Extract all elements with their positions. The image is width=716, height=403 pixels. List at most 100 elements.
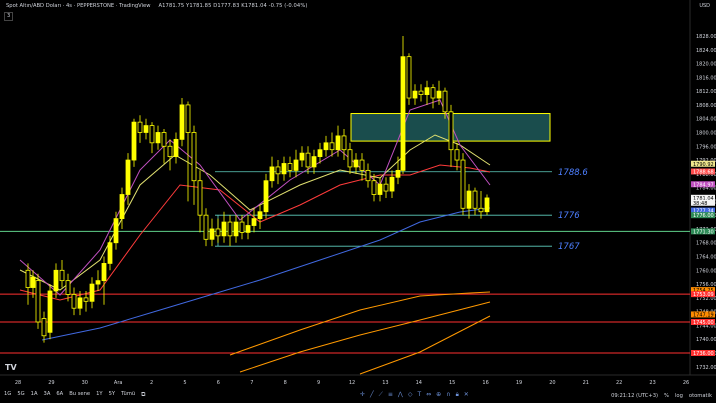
timeframe-6a[interactable]: 6A <box>56 391 63 399</box>
ma-orange-line <box>229 291 491 356</box>
symbol-title[interactable]: Spot Altın/ABD Doları · 4s · PEPPERSTONE… <box>6 3 151 9</box>
candle-body <box>149 125 155 144</box>
candle-body <box>95 280 101 285</box>
time-tick-label: 19 <box>516 380 522 386</box>
candle-body <box>215 228 221 237</box>
zoom-tool-icon[interactable]: ⊕ <box>436 391 441 399</box>
ray-tool-icon[interactable]: ⟋ <box>379 391 383 399</box>
fib-tool-icon[interactable]: ≡ <box>388 391 393 399</box>
candle-body <box>389 176 395 192</box>
candle-body <box>59 269 65 282</box>
indicator-toggle-button[interactable]: 3 <box>4 12 14 21</box>
candle-body <box>418 90 424 95</box>
percent-toggle[interactable]: % <box>664 393 669 399</box>
shape-tool-icon[interactable]: ◇ <box>408 391 413 399</box>
candle-body <box>203 214 209 240</box>
status-bar: 09:21:12 (UTC+3) % log otomatik <box>611 393 712 399</box>
ma-red-line <box>19 164 491 301</box>
currency-label: USD <box>699 3 710 9</box>
pattern-tool-icon[interactable]: ⋀ <box>398 391 403 399</box>
candle-body <box>400 56 406 171</box>
candle-body <box>311 156 317 168</box>
candle-body <box>77 297 83 309</box>
candle-body <box>269 166 275 182</box>
timeframe-1y[interactable]: 1Y <box>96 391 102 399</box>
time-tick-label: 5 <box>183 380 186 386</box>
price-badge-label: 1788.68 <box>693 169 714 175</box>
time-tick-label: 15 <box>449 380 455 386</box>
candle-body <box>395 169 401 178</box>
candle-body <box>329 142 335 151</box>
candle-body <box>161 132 167 147</box>
magnet-tool-icon[interactable]: ∩ <box>446 391 450 399</box>
time-tick-label: 16 <box>482 380 488 386</box>
timeframe-1g[interactable]: 1G <box>4 391 11 399</box>
time-tick-label: 2 <box>150 380 153 386</box>
candle-body <box>478 207 484 213</box>
candle-body <box>25 269 31 288</box>
candle-body <box>233 221 239 237</box>
price-badge-label: 1736.00 <box>693 351 714 357</box>
candle-body <box>275 166 281 175</box>
candle-body <box>30 276 36 288</box>
time-tick-label: 9 <box>317 380 320 386</box>
candle-body <box>371 180 377 195</box>
time-tick-label: 23 <box>649 380 655 386</box>
candle-body <box>424 87 430 95</box>
trash-tool-icon[interactable]: ✕ <box>464 391 469 399</box>
candle-body <box>41 318 47 337</box>
price-chart[interactable]: 1828.00 1824.00 1820.00 1816.00 1812.00 1808.… <box>0 0 716 403</box>
time-tick-label: 8 <box>284 380 287 386</box>
time-tick-label: 14 <box>416 380 422 386</box>
auto-toggle[interactable]: otomatik <box>689 393 712 399</box>
price-tick-label: 1764.00 <box>696 255 716 261</box>
candle-body <box>101 263 107 282</box>
chart-header: Spot Altın/ABD Doları · 4s · PEPPERSTONE… <box>6 3 308 9</box>
candle-body <box>173 138 179 157</box>
candle-body <box>119 194 125 220</box>
candle-body <box>377 183 383 195</box>
ma-orange-line-3 <box>359 315 491 375</box>
timeframe-all[interactable]: Tümü <box>121 391 135 399</box>
price-tick-label: 1796.00 <box>696 144 716 150</box>
candle-body <box>442 90 448 113</box>
ohlc-readout: A1781.75 Y1781.85 D1777.83 K1781.04 -0.7… <box>158 3 308 9</box>
candle-body <box>281 163 287 175</box>
candle-body <box>185 104 191 133</box>
time-tick-label: 22 <box>616 380 622 386</box>
time-tick-label: 28 <box>15 380 21 386</box>
tradingview-logo-icon: TV <box>5 363 17 372</box>
candle-body <box>305 152 311 168</box>
price-tick-label: 1760.00 <box>696 268 716 274</box>
date-range-icon[interactable]: ⧉ <box>141 391 145 399</box>
price-badge-label: 38:48 <box>693 201 707 207</box>
text-tool-icon[interactable]: T <box>417 391 421 399</box>
time-tick-label: Ara <box>114 380 123 386</box>
price-tick-label: 1768.00 <box>696 241 716 247</box>
timeframe-5y[interactable]: 5Y <box>109 391 115 399</box>
candle-body <box>472 190 478 209</box>
ma-blue-line <box>41 207 491 341</box>
price-badge-label: 1753.09 <box>693 292 714 298</box>
timeframe-ytd[interactable]: Bu sene <box>69 391 90 399</box>
timeframe-1a[interactable]: 1A <box>31 391 38 399</box>
timeframe-5g[interactable]: 5G <box>17 391 24 399</box>
time-tick-label: 30 <box>82 380 88 386</box>
candle-body <box>359 159 365 171</box>
price-badge-label: 1784.97 <box>693 182 714 188</box>
lock-tool-icon[interactable]: 🔒︎ <box>456 391 459 399</box>
time-tick-label: 21 <box>583 380 589 386</box>
timeframe-3a[interactable]: 3A <box>44 391 51 399</box>
log-toggle[interactable]: log <box>675 393 683 399</box>
timeframe-bar: 1G 5G 1A 3A 6A Bu sene 1Y 5Y Tümü ⧉ <box>4 391 145 399</box>
cursor-tool-icon[interactable]: ✛ <box>360 391 365 399</box>
candle-body <box>155 132 161 144</box>
trendline-tool-icon[interactable]: ╱ <box>370 391 374 399</box>
candle-body <box>299 152 305 161</box>
price-tick-label: 1820.00 <box>696 62 716 68</box>
measure-tool-icon[interactable]: ⇔ <box>426 391 431 399</box>
price-tick-label: 1816.00 <box>696 75 716 81</box>
price-badge-label: 1776.00 <box>693 213 714 219</box>
candle-body <box>107 242 113 264</box>
candle-body <box>412 90 418 99</box>
